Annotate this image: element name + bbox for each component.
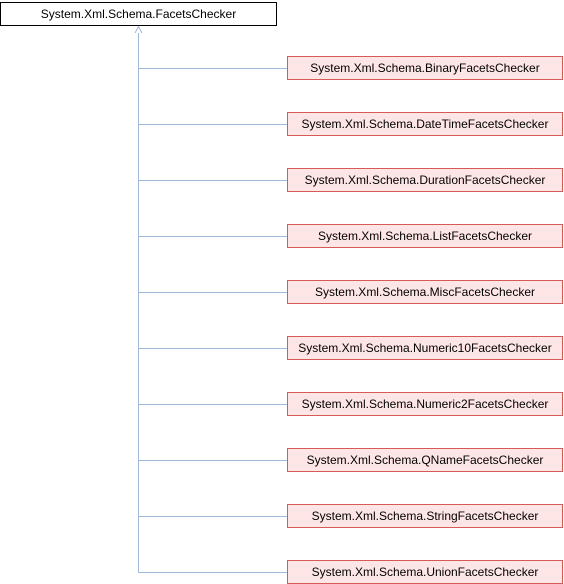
inheritance-arrowhead (134, 25, 143, 34)
derived-class-label: System.Xml.Schema.ListFacetsChecker (317, 229, 533, 243)
derived-class-label: System.Xml.Schema.MiscFacetsChecker (314, 285, 536, 299)
derived-class-node[interactable]: System.Xml.Schema.MiscFacetsChecker (287, 280, 563, 304)
derived-class-label: System.Xml.Schema.UnionFacetsChecker (311, 565, 539, 579)
derived-class-node[interactable]: System.Xml.Schema.Numeric2FacetsChecker (287, 392, 563, 416)
base-class-node[interactable]: System.Xml.Schema.FacetsChecker (0, 2, 277, 26)
derived-class-label: System.Xml.Schema.Numeric10FacetsChecker (298, 341, 552, 355)
derived-class-node[interactable]: System.Xml.Schema.DurationFacetsChecker (287, 168, 563, 192)
derived-class-node[interactable]: System.Xml.Schema.QNameFacetsChecker (287, 448, 563, 472)
derived-class-node[interactable]: System.Xml.Schema.StringFacetsChecker (287, 504, 563, 528)
derived-class-node[interactable]: System.Xml.Schema.BinaryFacetsChecker (287, 56, 563, 80)
derived-class-node[interactable]: System.Xml.Schema.DateTimeFacetsChecker (287, 112, 563, 136)
derived-class-node[interactable]: System.Xml.Schema.UnionFacetsChecker (287, 560, 563, 584)
base-class-label: System.Xml.Schema.FacetsChecker (40, 7, 237, 21)
derived-class-node[interactable]: System.Xml.Schema.ListFacetsChecker (287, 224, 563, 248)
derived-class-label: System.Xml.Schema.DateTimeFacetsChecker (301, 117, 549, 131)
derived-class-label: System.Xml.Schema.BinaryFacetsChecker (310, 61, 540, 75)
derived-class-label: System.Xml.Schema.QNameFacetsChecker (306, 453, 544, 467)
derived-class-label: System.Xml.Schema.Numeric2FacetsChecker (301, 397, 549, 411)
inheritance-diagram: System.Xml.Schema.FacetsChecker System.X… (0, 0, 564, 584)
derived-class-label: System.Xml.Schema.DurationFacetsChecker (304, 173, 546, 187)
derived-class-node[interactable]: System.Xml.Schema.Numeric10FacetsChecker (287, 336, 563, 360)
derived-class-label: System.Xml.Schema.StringFacetsChecker (311, 509, 539, 523)
